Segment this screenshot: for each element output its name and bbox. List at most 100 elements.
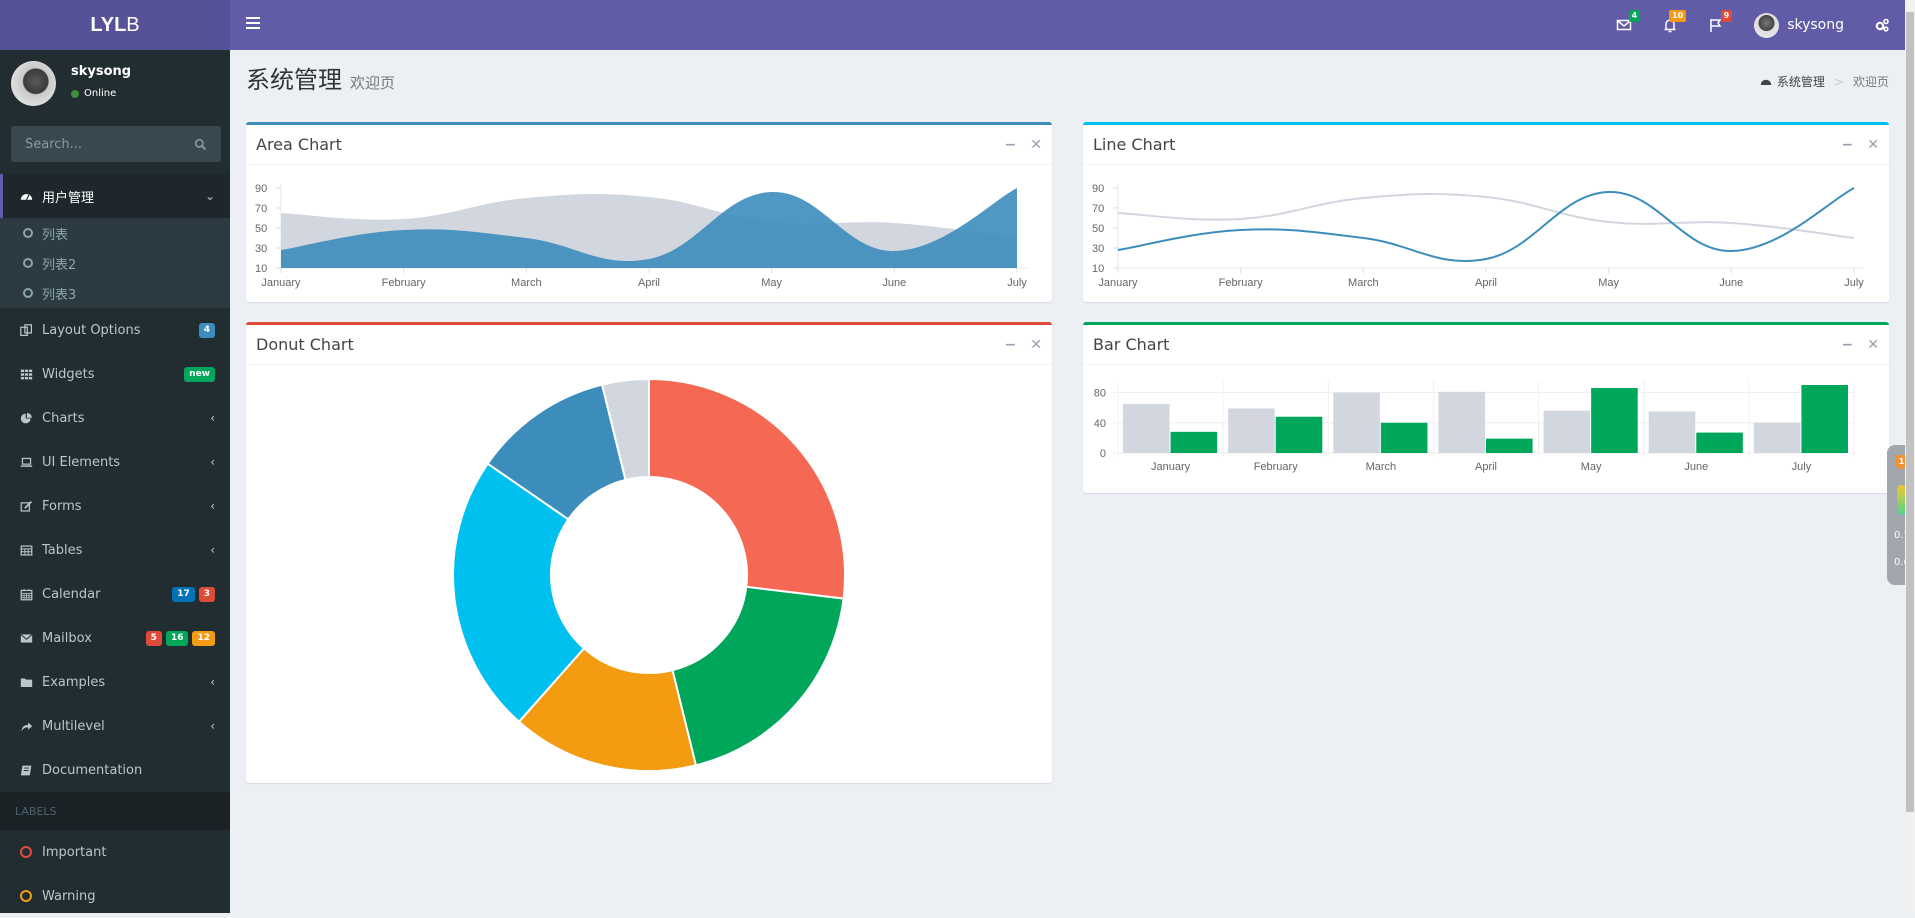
bar-2 <box>1275 416 1323 453</box>
x-tick-label: March <box>1348 277 1379 289</box>
submenu-item-list2[interactable]: 列表2 <box>0 248 230 278</box>
tasks-menu[interactable]: 9 <box>1693 0 1739 50</box>
sidebar-item-ui-elements[interactable]: UI Elements ‹ <box>0 440 230 484</box>
collapse-button[interactable]: − <box>1842 137 1854 153</box>
x-tick-label: February <box>1219 277 1264 289</box>
x-tick-label: March <box>511 277 542 289</box>
circle-icon <box>23 288 33 298</box>
x-tick-label: March <box>1366 461 1397 473</box>
collapse-button[interactable]: − <box>1842 337 1854 353</box>
chevron-left-icon: ‹ <box>210 455 215 469</box>
menu-badge: 12 <box>192 630 215 646</box>
share-icon <box>21 721 32 731</box>
breadcrumb-link[interactable]: 系统管理 <box>1777 73 1825 90</box>
collapse-button[interactable]: − <box>1005 337 1017 353</box>
chevron-left-icon: ‹ <box>210 411 215 425</box>
menu-badge: 17 <box>172 586 195 602</box>
messages-menu[interactable]: 4 <box>1601 0 1647 50</box>
sidebar-item-label: UI Elements <box>42 454 121 470</box>
menu-badge: 5 <box>145 630 162 646</box>
y-tick-label: 10 <box>255 263 267 275</box>
sidebar-item-label: Layout Options <box>42 322 141 338</box>
page-subtitle: 欢迎页 <box>350 74 396 92</box>
y-tick-label: 40 <box>1094 418 1106 430</box>
sidebar-item-label: Documentation <box>42 762 143 778</box>
circle-icon <box>23 228 33 238</box>
box-title: Area Chart <box>256 135 342 154</box>
sidebar-item-label: Calendar <box>42 586 101 602</box>
remove-button[interactable]: ✕ <box>1867 337 1879 353</box>
collapse-button[interactable]: − <box>1005 137 1017 153</box>
remove-button[interactable]: ✕ <box>1030 137 1042 153</box>
x-tick-label: July <box>1007 277 1027 289</box>
remove-button[interactable]: ✕ <box>1867 137 1879 153</box>
sidebar-item-label: Forms <box>42 498 82 514</box>
top-navbar: LYLB 4 10 9 skysong <box>0 0 1905 50</box>
circle-icon <box>20 846 32 858</box>
scrollbar-thumb[interactable] <box>1906 12 1914 812</box>
online-dot-icon <box>71 89 79 98</box>
x-tick-label: May <box>761 277 782 289</box>
search-icon[interactable] <box>194 138 207 151</box>
submenu-item-list1[interactable]: 列表 <box>0 218 230 248</box>
chevron-left-icon: ‹ <box>210 675 215 689</box>
sidebar-item-tables[interactable]: Tables ‹ <box>0 528 230 572</box>
notifications-menu[interactable]: 10 <box>1647 0 1693 50</box>
label-item-important[interactable]: Important <box>0 830 230 874</box>
sidebar-item-forms[interactable]: Forms ‹ <box>0 484 230 528</box>
line-chart: 10 30 50 70 90 January February March April May Ju… <box>1092 183 1864 289</box>
user-status: Online <box>71 88 116 99</box>
sidebar-item-label: Mailbox <box>42 630 92 646</box>
donut-slice-chrome[interactable] <box>648 377 846 600</box>
page-scrollbar[interactable] <box>1905 0 1915 913</box>
y-tick-label: 90 <box>1092 183 1104 195</box>
user-menu[interactable]: skysong <box>1739 0 1859 50</box>
y-tick-label: 10 <box>1092 263 1104 275</box>
x-tick-label: July <box>1844 277 1864 289</box>
y-tick-label: 50 <box>255 223 267 235</box>
submenu: 列表 列表2 列表3 <box>0 218 230 308</box>
label-item-warning[interactable]: Warning <box>0 874 230 918</box>
label-item-text: Important <box>42 844 107 860</box>
x-tick-label: June <box>1684 461 1708 473</box>
y-tick-label: 90 <box>255 183 267 195</box>
sidebar-item-multilevel[interactable]: Multilevel ‹ <box>0 704 230 748</box>
y-tick-label: 80 <box>1094 388 1106 400</box>
x-tick-label: May <box>1598 277 1619 289</box>
logo[interactable]: LYLB <box>0 0 230 50</box>
sidebar-item-label: Multilevel <box>42 718 105 734</box>
bar-2 <box>1591 388 1638 453</box>
gears-icon <box>1875 18 1889 32</box>
menu-badge: 3 <box>198 586 215 602</box>
sidebar-item-label: Widgets <box>42 366 95 382</box>
donut-slice-ie[interactable] <box>671 585 845 767</box>
area-chart: 10 30 50 70 90 January February March April May Ju… <box>255 183 1027 289</box>
control-sidebar-button[interactable] <box>1859 0 1905 50</box>
sidebar-item-mailbox[interactable]: Mailbox 5 16 12 <box>0 616 230 660</box>
menu-badge: 4 <box>198 322 215 338</box>
sidebar-item-layout-options[interactable]: Layout Options 4 <box>0 308 230 352</box>
labels-header: LABELS <box>0 792 230 830</box>
bar-2 <box>1801 385 1848 453</box>
x-tick-label: January <box>261 277 301 289</box>
sidebar-item-documentation[interactable]: Documentation <box>0 748 230 792</box>
sidebar-item-user-management[interactable]: 用户管理 ⌄ <box>0 174 230 218</box>
th-icon <box>20 369 32 379</box>
menu-badge: 16 <box>165 630 189 646</box>
x-tick-label: May <box>1581 461 1602 473</box>
chevron-left-icon: ‹ <box>210 543 215 557</box>
bar-2 <box>1170 431 1218 453</box>
sidebar-search-input[interactable] <box>25 136 175 152</box>
y-tick-label: 50 <box>1092 223 1104 235</box>
sidebar-item-charts[interactable]: Charts ‹ <box>0 396 230 440</box>
sidebar-item-examples[interactable]: Examples ‹ <box>0 660 230 704</box>
remove-button[interactable]: ✕ <box>1030 337 1042 353</box>
sidebar-toggle-button[interactable] <box>246 17 260 33</box>
submenu-item-list3[interactable]: 列表3 <box>0 278 230 308</box>
pie-chart-icon <box>20 412 32 423</box>
bar-1 <box>1123 403 1170 453</box>
y-tick-label: 70 <box>255 203 267 215</box>
sidebar-item-label: Examples <box>42 674 106 690</box>
sidebar-item-widgets[interactable]: Widgets new <box>0 352 230 396</box>
sidebar-item-calendar[interactable]: Calendar 17 3 <box>0 572 230 616</box>
